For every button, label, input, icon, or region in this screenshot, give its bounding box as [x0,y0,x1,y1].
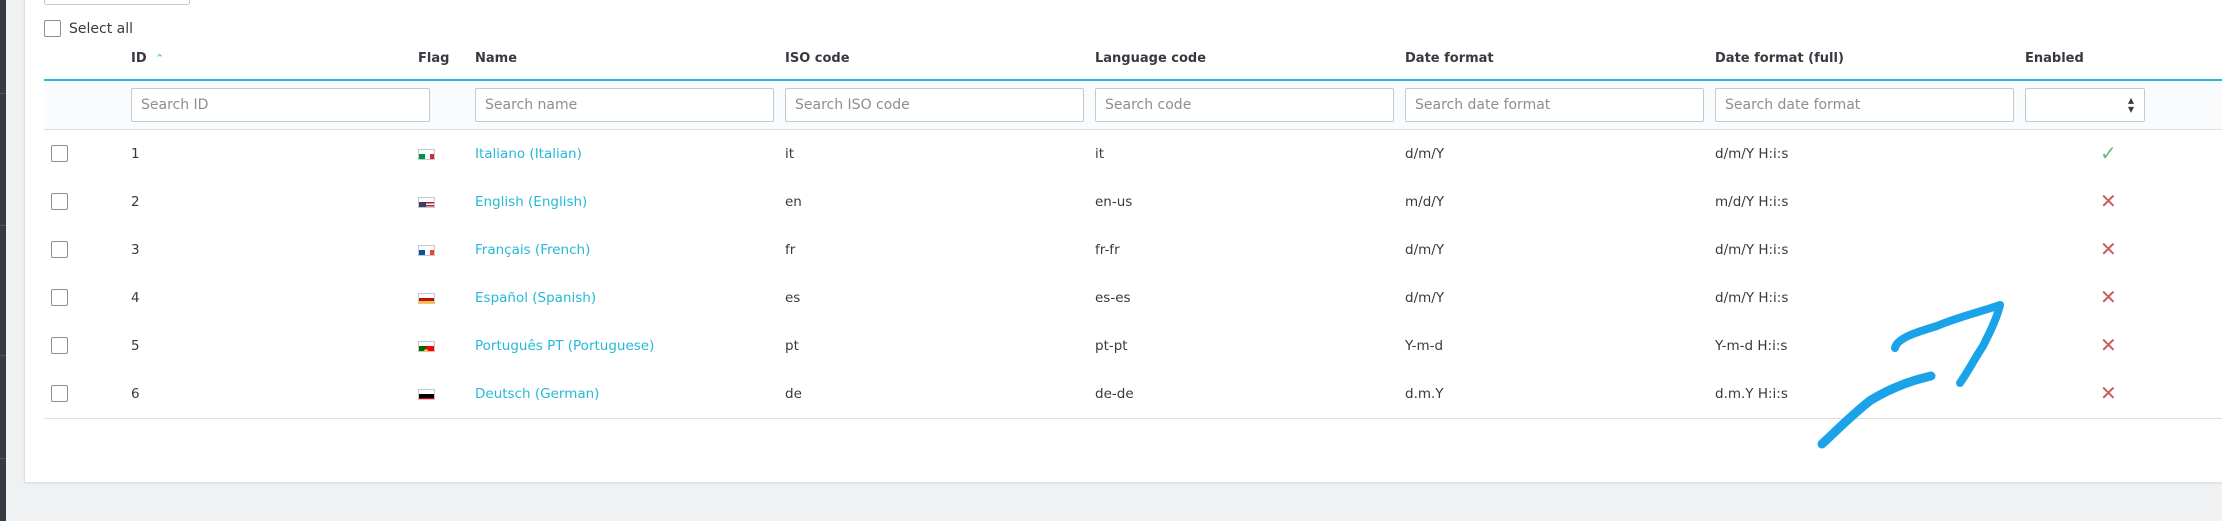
hand-drawn-arrow-annotation [1817,301,2004,449]
languages-list-panel: Select all ID ⌃ Flag Name ISO code Langu… [24,0,2222,483]
annotation-arrow-stroke [1817,371,1936,449]
admin-sidebar-edge [0,0,6,521]
